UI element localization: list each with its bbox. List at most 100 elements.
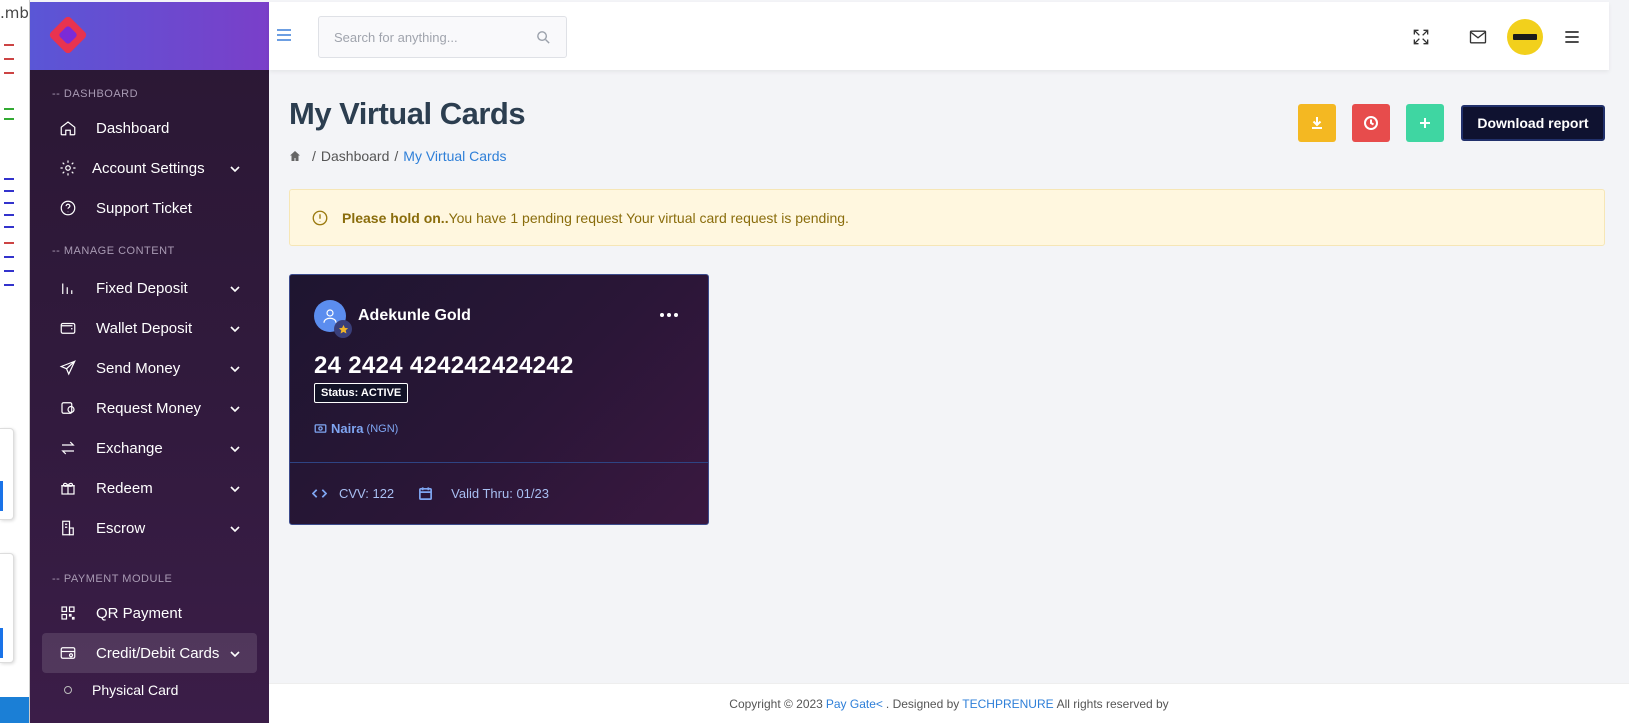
code-icon <box>312 489 327 498</box>
sidebar-item-label: Request Money <box>96 399 202 417</box>
background-window-edge: .mb <box>0 0 30 723</box>
sidebar-item-dashboard[interactable]: Dashboard <box>42 108 257 148</box>
card-footer: CVV: 122 Valid Thru: 01/23 <box>312 486 549 501</box>
sidebar-subitem-label: Physical Card <box>92 682 179 698</box>
footer-rights: All rights reserved by <box>1056 696 1169 711</box>
chevron-down-icon <box>229 647 241 659</box>
sidebar-item-label: Account Settings <box>92 159 205 177</box>
download-report-button[interactable]: Download report <box>1461 105 1605 141</box>
card-cvv: CVV: 122 <box>339 486 395 501</box>
exchange-icon <box>58 438 78 458</box>
sidebar-item-label: Wallet Deposit <box>96 319 193 337</box>
sidebar-item-label: Escrow <box>96 519 146 537</box>
currency-code: (NGN) <box>366 422 399 435</box>
alert-message: You have 1 pending request Your virtual … <box>448 209 849 226</box>
sidebar-item-send-money[interactable]: Send Money <box>42 348 257 388</box>
sidebar-item-redeem[interactable]: Redeem <box>42 468 257 508</box>
download-button[interactable] <box>1298 104 1336 142</box>
card-holder-name: Adekunle Gold <box>358 307 471 324</box>
pending-request-alert: Please hold on.. You have 1 pending reque… <box>289 189 1605 246</box>
section-payment-module: -- PAYMENT MODULE <box>52 573 173 585</box>
sidebar-item-label: Redeem <box>96 479 153 497</box>
chevron-down-icon <box>229 442 241 454</box>
sidebar-item-label: Dashboard <box>96 119 170 137</box>
help-circle-icon <box>58 198 78 218</box>
alert-circle-icon <box>312 210 328 225</box>
send-icon <box>58 358 78 378</box>
request-money-icon <box>58 398 78 418</box>
money-icon <box>314 424 327 433</box>
clock-icon <box>1364 116 1378 130</box>
footer-designer-link[interactable]: TECHPRENURE <box>962 697 1053 711</box>
bar-chart-icon <box>58 278 78 298</box>
background-window-text: .mb <box>0 4 29 22</box>
download-icon <box>1312 117 1322 129</box>
sidebar-item-request-money[interactable]: Request Money <box>42 388 257 428</box>
breadcrumb-separator: / <box>312 148 316 164</box>
sidebar-subitem-physical-card[interactable]: Physical Card <box>58 675 178 705</box>
sidebar-item-fixed-deposit[interactable]: Fixed Deposit <box>42 268 257 308</box>
star-icon <box>334 320 352 338</box>
search-input[interactable]: Search for anything... <box>318 16 567 58</box>
sidebar-item-escrow[interactable]: Escrow <box>42 508 257 548</box>
sidebar-item-exchange[interactable]: Exchange <box>42 428 257 468</box>
status-badge: Status: ACTIVE <box>314 383 409 403</box>
card-number: 24 2424 424242424242 <box>314 352 574 379</box>
gift-icon <box>58 478 78 498</box>
chevron-down-icon <box>229 282 241 294</box>
sidebar-item-support-ticket[interactable]: Support Ticket <box>42 188 257 228</box>
alert-title: Please hold on.. <box>342 209 449 226</box>
section-manage-content: -- MANAGE CONTENT <box>52 245 175 257</box>
chevron-down-icon <box>229 402 241 414</box>
avatar[interactable] <box>1507 19 1543 55</box>
page-title: My Virtual Cards <box>289 96 526 131</box>
sidebar-item-credit-debit-cards[interactable]: Credit/Debit Cards <box>42 633 257 673</box>
more-options-icon[interactable] <box>660 313 678 317</box>
chevron-down-icon <box>229 322 241 334</box>
search-placeholder: Search for anything... <box>334 29 458 45</box>
add-button[interactable] <box>1406 104 1444 142</box>
card-currency: Naira (NGN) <box>314 421 398 436</box>
plus-icon <box>1420 118 1430 128</box>
breadcrumb-current: My Virtual Cards <box>403 148 507 164</box>
sidebar-item-wallet-deposit[interactable]: Wallet Deposit <box>42 308 257 348</box>
wallet-icon <box>58 318 78 338</box>
sidebar: -- DASHBOARD Dashboard Account Settings … <box>30 2 269 723</box>
page-footer: Copyright © 2023 Pay Gate< . Designed by… <box>269 683 1629 723</box>
sidebar-item-account-settings[interactable]: Account Settings <box>42 148 257 188</box>
escrow-icon <box>58 518 78 538</box>
chevron-down-icon <box>229 362 241 374</box>
search-icon[interactable] <box>535 29 552 46</box>
fullscreen-icon[interactable] <box>1410 26 1432 48</box>
brand-logo[interactable] <box>48 15 88 55</box>
breadcrumb-dashboard[interactable]: Dashboard <box>321 148 390 164</box>
history-button[interactable] <box>1352 104 1390 142</box>
breadcrumb: / Dashboard / My Virtual Cards <box>289 148 507 164</box>
sidebar-item-label: Fixed Deposit <box>96 279 188 297</box>
chevron-down-icon <box>229 482 241 494</box>
calendar-icon <box>419 487 433 500</box>
footer-copyright: Copyright © 2023 <box>729 696 823 711</box>
sidebar-item-qr-payment[interactable]: QR Payment <box>42 593 257 633</box>
chevron-down-icon <box>229 522 241 534</box>
sidebar-item-label: Send Money <box>96 359 181 377</box>
circle-bullet-icon <box>64 686 72 694</box>
virtual-card: Adekunle Gold 24 2424 424242424242 Statu… <box>289 274 709 525</box>
home-icon[interactable] <box>289 150 301 162</box>
topbar: Search for anything... <box>269 2 1609 70</box>
hamburger-icon[interactable] <box>1561 26 1583 48</box>
menu-icon[interactable] <box>277 29 291 41</box>
sidebar-header <box>30 2 269 70</box>
currency-name: Naira <box>331 421 364 436</box>
sidebar-item-label: QR Payment <box>96 604 182 622</box>
footer-designed-by: . Designed by <box>885 696 960 711</box>
mail-icon[interactable] <box>1467 26 1489 48</box>
chevron-down-icon <box>229 162 241 174</box>
breadcrumb-separator: / <box>394 148 399 164</box>
sidebar-item-label: Exchange <box>96 439 163 457</box>
footer-brand-link[interactable]: Pay Gate< <box>826 697 883 711</box>
credit-card-icon <box>58 643 78 663</box>
sidebar-item-label: Credit/Debit Cards <box>96 644 220 662</box>
qr-code-icon <box>58 603 78 623</box>
home-icon <box>58 118 78 138</box>
